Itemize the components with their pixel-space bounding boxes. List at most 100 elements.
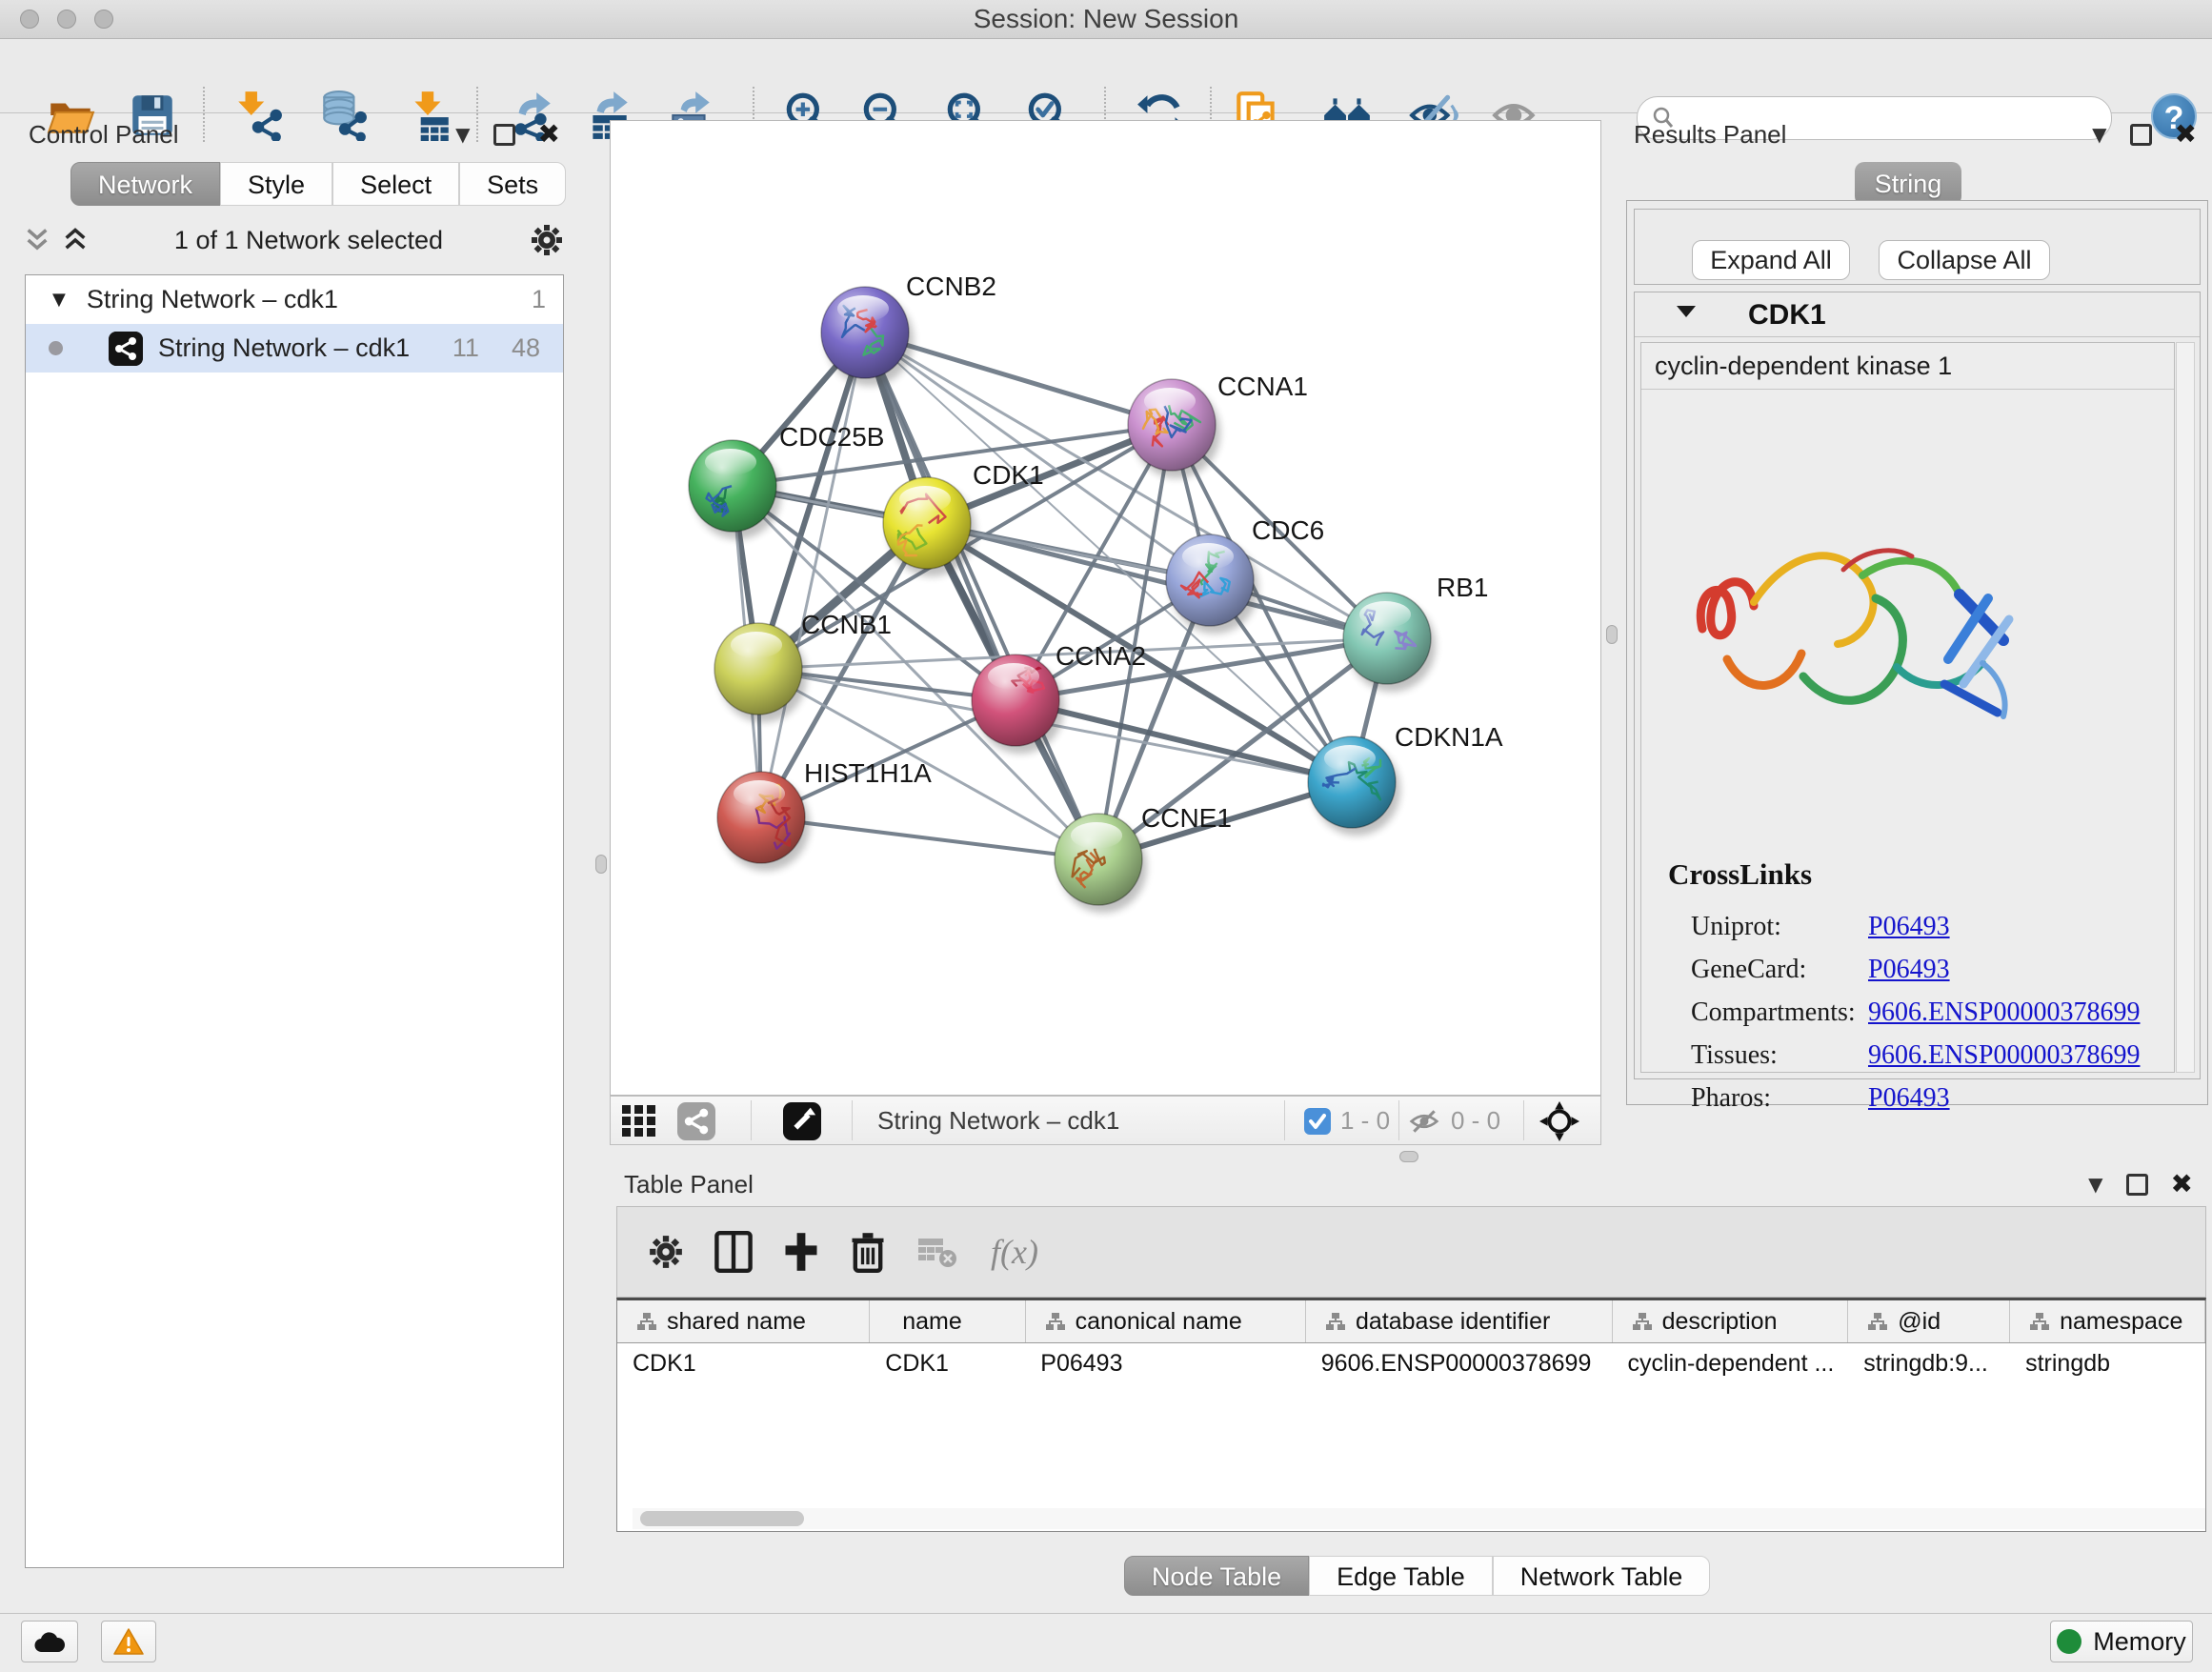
grid-view-icon[interactable] [622,1105,656,1138]
hidden-node-edge-count: 0 - 0 [1451,1097,1500,1144]
results-panel-close-icon[interactable]: ✖ [2175,121,2197,148]
node-label-CCNB1: CCNB1 [801,610,892,639]
column-header-canonical-name[interactable]: canonical name [1026,1300,1306,1342]
tab-network[interactable]: Network [70,162,220,206]
create-column-icon[interactable] [783,1231,819,1273]
bottom-splitter-grip[interactable] [1399,1151,1418,1162]
crosslink-link[interactable]: 9606.ENSP00000378699 [1868,1040,2140,1071]
crosslinks-section: CrossLinks Uniprot:P06493GeneCard:P06493… [1668,857,2140,1119]
column-header-name[interactable]: name [870,1300,1025,1342]
tab-edge-table[interactable]: Edge Table [1309,1556,1493,1596]
table-panel-float-icon[interactable] [2126,1174,2148,1196]
function-builder-icon: f(x) [991,1232,1038,1272]
node-CCNE1[interactable] [1055,814,1147,913]
tab-node-table[interactable]: Node Table [1124,1556,1309,1596]
crosslink-label: Pharos: [1691,1083,1868,1114]
crosslink-link[interactable]: 9606.ENSP00000378699 [1868,997,2140,1028]
collapse-all-button[interactable]: Collapse All [1879,240,2050,280]
network-status-dot [49,341,63,355]
results-scrollbar[interactable] [2176,342,2195,1073]
column-header-namespace[interactable]: namespace [2010,1300,2205,1342]
tab-select[interactable]: Select [332,162,459,206]
network-row[interactable]: String Network – cdk1 11 48 [26,324,563,373]
node-RB1[interactable] [1343,593,1436,692]
collapse-all-icon[interactable] [25,227,50,253]
tab-style[interactable]: Style [220,162,332,206]
detach-view-icon[interactable] [783,1102,821,1140]
network-canvas[interactable]: CCNB2CCNA1CDC25BCDK1CDC6RB1CCNB1CCNA2CDK… [610,120,1601,1096]
node-label-CDC25B: CDC25B [779,422,884,452]
node-label-HIST1H1A: HIST1H1A [804,758,932,788]
protein-section-header[interactable]: CDK1 [1635,292,2200,337]
node-HIST1H1A[interactable] [717,772,810,871]
left-splitter-grip[interactable] [595,855,607,874]
birds-eye-view-icon[interactable] [1539,1101,1579,1141]
results-panel-menu-icon[interactable]: ▼ [2092,125,2106,144]
shared-column-icon [2029,1312,2050,1331]
control-panel-tabs: NetworkStyleSelectSets [70,162,566,206]
crosslink-label: GeneCard: [1691,955,1868,985]
expand-collapse-box: Expand All Collapse All [1634,209,2201,285]
table-panel-menu-icon[interactable]: ▼ [2088,1175,2102,1194]
network-options-gear-icon[interactable] [530,223,564,257]
column-header-database-identifier[interactable]: database identifier [1306,1300,1613,1342]
column-header-shared-name[interactable]: shared name [617,1300,870,1342]
table-settings-gear-icon[interactable] [648,1234,684,1270]
crosslink-link[interactable]: P06493 [1868,1083,1950,1114]
column-header--id[interactable]: @id [1848,1300,2010,1342]
node-label-RB1: RB1 [1437,573,1488,602]
table-panel: Table Panel ▼ ✖ [603,1164,2212,1613]
node-CDC6[interactable] [1166,534,1258,634]
control-panel-float-icon[interactable] [493,124,515,146]
node-CDC25B[interactable] [689,440,781,539]
network-name: String Network – cdk1 [158,333,452,363]
column-header-label: @id [1898,1308,1941,1336]
window-titlebar: Session: New Session [0,0,2212,39]
network-badge-icon[interactable] [677,1102,715,1140]
table-cell: stringdb [2010,1343,2205,1383]
crosslink-link[interactable]: P06493 [1868,912,1950,942]
node-CCNA2[interactable] [972,655,1064,754]
node-CCNA1[interactable] [1128,379,1220,478]
shared-column-icon [1325,1312,1346,1331]
collection-expand-icon[interactable]: ▼ [52,290,66,310]
node-CDKN1A[interactable] [1308,736,1400,836]
network-list: ▼ String Network – cdk1 1 String Network… [25,274,564,1568]
network-collection-row[interactable]: ▼ String Network – cdk1 1 [26,275,563,324]
column-header-description[interactable]: description [1613,1300,1849,1342]
memory-button[interactable]: Memory [2050,1621,2193,1662]
shared-column-icon [1045,1312,1066,1331]
results-panel-float-icon[interactable] [2130,124,2152,146]
table-scrollbar-thumb[interactable] [640,1511,804,1526]
crosslinks-heading: CrossLinks [1668,857,2140,892]
crosslink-row: GeneCard:P06493 [1668,948,2140,991]
crosslink-link[interactable]: P06493 [1868,955,1950,985]
string-results-container: Expand All Collapse All CDK1 cyclin-depe… [1626,200,2208,1105]
crosslink-label: Uniprot: [1691,912,1868,942]
delete-table-icon [916,1235,958,1269]
expand-all-icon[interactable] [63,227,88,253]
cloud-status-button[interactable] [21,1621,78,1662]
node-label-CDC6: CDC6 [1252,515,1324,545]
warnings-button[interactable] [101,1621,156,1662]
right-splitter-grip[interactable] [1606,625,1618,644]
shared-column-icon [636,1312,657,1331]
expand-all-button[interactable]: Expand All [1692,240,1850,280]
delete-column-trash-icon[interactable] [850,1231,886,1273]
control-panel-menu-icon[interactable]: ▼ [455,125,470,144]
control-panel-close-icon[interactable]: ✖ [538,121,560,148]
main-toolbar: ? [0,39,2212,113]
tab-network-table[interactable]: Network Table [1493,1556,1711,1596]
hidden-count-eye-icon[interactable] [1409,1108,1439,1135]
column-header-label: name [902,1308,962,1336]
selected-count-checkbox-icon[interactable] [1304,1108,1331,1135]
section-collapse-icon[interactable] [1675,302,1698,321]
tab-sets[interactable]: Sets [459,162,566,206]
node-CDK1[interactable] [883,477,975,576]
table-panel-close-icon[interactable]: ✖ [2171,1171,2193,1198]
table-row[interactable]: CDK1CDK1P064939606.ENSP00000378699cyclin… [617,1343,2205,1383]
show-columns-icon[interactable] [714,1231,753,1273]
crosslink-row: Tissues:9606.ENSP00000378699 [1668,1034,2140,1077]
protein-structure-image [1670,486,2047,772]
shared-column-icon [1867,1312,1888,1331]
